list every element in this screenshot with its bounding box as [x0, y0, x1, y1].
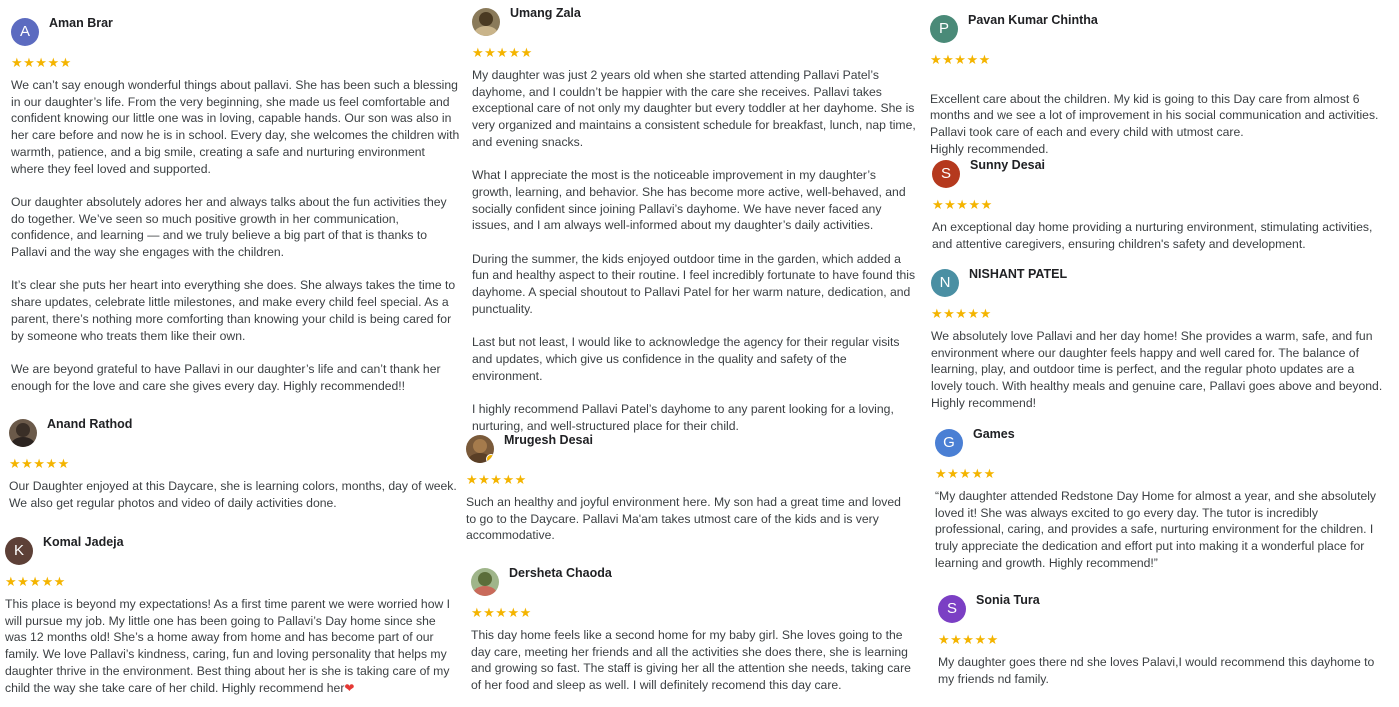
avatar[interactable]: G	[935, 429, 963, 457]
review-text: An exceptional day home providing a nurt…	[932, 220, 1373, 251]
reviewer-name[interactable]: Komal Jadeja	[43, 535, 124, 549]
star-rating: ★★★★★	[466, 472, 527, 487]
star-rating: ★★★★★	[471, 605, 532, 620]
reviewer-name[interactable]: Dersheta Chaoda	[509, 566, 612, 580]
avatar[interactable]: P	[930, 15, 958, 43]
review-text: This day home feels like a second home f…	[471, 628, 911, 693]
star-rating: ★★★★★	[472, 45, 533, 60]
star-rating: ★★★★★	[935, 466, 996, 481]
review-text: We absolutely love Pallavi and her day h…	[931, 329, 1383, 410]
reviewer-name[interactable]: Games	[973, 427, 1015, 441]
avatar[interactable]	[472, 8, 500, 36]
review-card: N NISHANT PATEL ★★★★★ We absolutely love…	[931, 267, 1383, 412]
reviewer-name[interactable]: Anand Rathod	[47, 417, 132, 431]
star-rating: ★★★★★	[931, 306, 992, 321]
heart-icon: ❤	[344, 680, 355, 695]
star-rating: ★★★★★	[930, 52, 991, 67]
review-text: My daughter goes there nd she loves Pala…	[938, 655, 1375, 686]
review-text: My daughter was just 2 years old when sh…	[472, 68, 916, 433]
star-rating: ★★★★★	[5, 574, 66, 589]
review-card: Dersheta Chaoda ★★★★★ This day home feel…	[471, 566, 919, 694]
avatar[interactable]: K	[5, 537, 33, 565]
review-card: A Aman Brar ★★★★★ We can’t say enough wo…	[11, 16, 461, 394]
star-rating: ★★★★★	[11, 55, 72, 70]
review-text: This place is beyond my expectations! As…	[5, 597, 451, 695]
reviewer-name[interactable]: Umang Zala	[510, 6, 581, 20]
review-card: Anand Rathod ★★★★★ Our Daughter enjoyed …	[9, 417, 459, 511]
reviewer-name[interactable]: Mrugesh Desai	[504, 433, 593, 447]
avatar[interactable]	[9, 419, 37, 447]
reviewer-name[interactable]: Aman Brar	[49, 16, 113, 30]
review-card: S Sunny Desai ★★★★★ An exceptional day h…	[932, 158, 1382, 252]
avatar[interactable]: A	[11, 18, 39, 46]
avatar[interactable]: S	[932, 160, 960, 188]
review-text: “My daughter attended Redstone Day Home …	[935, 489, 1377, 570]
avatar[interactable]	[471, 568, 499, 596]
review-card: Umang Zala ★★★★★ My daughter was just 2 …	[472, 6, 918, 434]
avatar[interactable]: S	[938, 595, 966, 623]
review-card: P Pavan Kumar Chintha ★★★★★ Excellent ca…	[930, 13, 1382, 174]
review-text: Such an healthy and joyful environment h…	[466, 495, 901, 543]
reviewer-name[interactable]: NISHANT PATEL	[969, 267, 1067, 281]
review-text: We can’t say enough wonderful things abo…	[11, 78, 460, 393]
avatar[interactable]	[466, 435, 494, 463]
review-card: K Komal Jadeja ★★★★★ This place is beyon…	[5, 535, 457, 696]
reviewer-name[interactable]: Sonia Tura	[976, 593, 1040, 607]
review-card: G Games ★★★★★ “My daughter attended Reds…	[935, 427, 1385, 572]
star-rating: ★★★★★	[938, 632, 999, 647]
review-text: Our Daughter enjoyed at this Daycare, sh…	[9, 479, 457, 510]
star-rating: ★★★★★	[932, 197, 993, 212]
review-card: Mrugesh Desai ★★★★★ Such an healthy and …	[466, 433, 912, 544]
avatar[interactable]: N	[931, 269, 959, 297]
reviewer-name[interactable]: Pavan Kumar Chintha	[968, 13, 1098, 27]
review-card: S Sonia Tura ★★★★★ My daughter goes ther…	[938, 593, 1390, 687]
star-rating: ★★★★★	[9, 456, 70, 471]
reviewer-name[interactable]: Sunny Desai	[970, 158, 1045, 172]
